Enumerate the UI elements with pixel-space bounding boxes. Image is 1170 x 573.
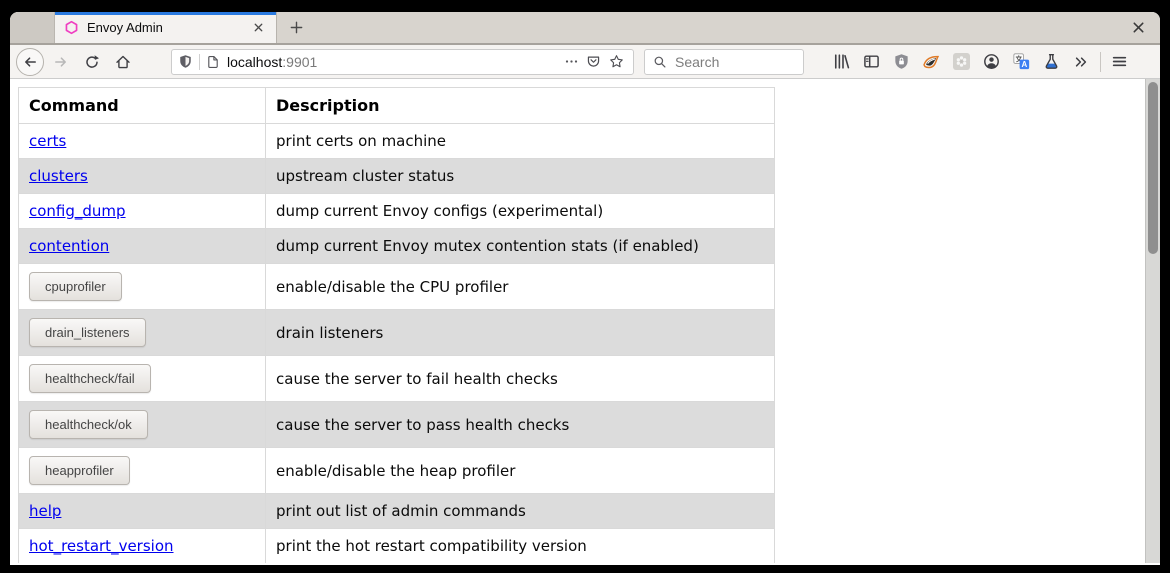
table-row: drain_listeners drain listeners xyxy=(19,310,775,356)
back-button[interactable] xyxy=(16,48,44,76)
translate-extension-icon[interactable]: A xyxy=(1006,48,1036,76)
vertical-scrollbar[interactable] xyxy=(1145,79,1160,563)
tab-bar-empty-space xyxy=(308,12,1126,43)
envoy-admin-page: Command Description certs print certs on … xyxy=(10,79,1145,563)
table-row: help print out list of admin commands xyxy=(19,494,775,529)
table-row: clusters upstream cluster status xyxy=(19,159,775,194)
tab-close-icon[interactable] xyxy=(246,16,270,40)
table-row: config_dump dump current Envoy configs (e… xyxy=(19,194,775,229)
command-cell: hot_restart_version xyxy=(19,529,266,564)
tab-bar: Envoy Admin xyxy=(10,12,1160,45)
overflow-chevrons-icon[interactable] xyxy=(1066,48,1096,76)
table-row: heapprofiler enable/disable the heap prof… xyxy=(19,448,775,494)
browser-window: Envoy Admin xyxy=(10,12,1160,565)
tracking-protection-shield-icon[interactable] xyxy=(178,54,193,69)
sidebar-icon[interactable] xyxy=(856,48,886,76)
flower-extension-tile xyxy=(953,53,970,70)
page-content: Command Description certs print certs on … xyxy=(10,79,1160,563)
command-table: Command Description certs print certs on … xyxy=(18,87,775,563)
table-row: certs print certs on machine xyxy=(19,124,775,159)
table-header-row: Command Description xyxy=(19,88,775,124)
command-button[interactable]: heapprofiler xyxy=(29,456,130,485)
page-info-icon[interactable] xyxy=(206,55,220,69)
scrollbar-thumb[interactable] xyxy=(1148,82,1158,254)
search-input[interactable]: Search xyxy=(644,49,804,75)
command-link[interactable]: certs xyxy=(29,132,66,150)
tab-title: Envoy Admin xyxy=(87,20,246,35)
command-link[interactable]: config_dump xyxy=(29,202,126,220)
description-cell: dump current Envoy mutex contention stat… xyxy=(266,229,775,264)
pocket-icon[interactable] xyxy=(581,50,605,74)
table-row: healthcheck/ok cause the server to pass h… xyxy=(19,402,775,448)
command-cell: config_dump xyxy=(19,194,266,229)
command-cell: healthcheck/ok xyxy=(19,402,266,448)
command-cell: certs xyxy=(19,124,266,159)
command-table-body: certs print certs on machine clusters upstr… xyxy=(19,124,775,564)
command-cell: healthcheck/fail xyxy=(19,356,266,402)
command-button[interactable]: healthcheck/ok xyxy=(29,410,148,439)
navigation-toolbar: localhost:9901 xyxy=(10,45,1160,79)
envoy-favicon-icon xyxy=(64,20,79,35)
urlbar-divider xyxy=(199,54,200,70)
command-cell: cpuprofiler xyxy=(19,264,266,310)
description-cell: enable/disable the heap profiler xyxy=(266,448,775,494)
forward-button[interactable] xyxy=(47,48,75,76)
table-row: cpuprofiler enable/disable the CPU profil… xyxy=(19,264,775,310)
description-cell: print certs on machine xyxy=(266,124,775,159)
command-column-header: Command xyxy=(19,88,266,124)
tab-envoy-admin[interactable]: Envoy Admin xyxy=(55,12,277,43)
url-port: :9901 xyxy=(282,54,317,70)
flask-extension-icon[interactable] xyxy=(1036,48,1066,76)
toolbar-divider xyxy=(1100,52,1101,72)
command-link[interactable]: hot_restart_version xyxy=(29,537,174,555)
command-link[interactable]: clusters xyxy=(29,167,88,185)
search-placeholder: Search xyxy=(675,54,719,70)
description-cell: dump current Envoy configs (experimental… xyxy=(266,194,775,229)
reload-button[interactable] xyxy=(78,48,106,76)
description-column-header: Description xyxy=(266,88,775,124)
command-cell: drain_listeners xyxy=(19,310,266,356)
command-link[interactable]: contention xyxy=(29,237,109,255)
url-bar[interactable]: localhost:9901 xyxy=(171,49,634,75)
titlebar-spacer xyxy=(10,12,55,43)
description-cell: upstream cluster status xyxy=(266,159,775,194)
active-tab-indicator xyxy=(55,12,276,15)
url-host: localhost xyxy=(227,54,282,70)
search-icon xyxy=(653,55,667,69)
description-cell: print out list of admin commands xyxy=(266,494,775,529)
description-cell: drain listeners xyxy=(266,310,775,356)
command-cell: heapprofiler xyxy=(19,448,266,494)
description-cell: enable/disable the CPU profiler xyxy=(266,264,775,310)
account-icon[interactable] xyxy=(976,48,1006,76)
table-row: hot_restart_version print the hot restart… xyxy=(19,529,775,564)
command-cell: clusters xyxy=(19,159,266,194)
command-button[interactable]: cpuprofiler xyxy=(29,272,122,301)
table-row: contention dump current Envoy mutex conte… xyxy=(19,229,775,264)
description-cell: cause the server to fail health checks xyxy=(266,356,775,402)
flower-extension-icon[interactable] xyxy=(946,48,976,76)
shield-lock-extension-icon[interactable] xyxy=(886,48,916,76)
bookmark-star-icon[interactable] xyxy=(605,50,627,74)
svg-text:A: A xyxy=(1021,60,1027,69)
description-cell: cause the server to pass health checks xyxy=(266,402,775,448)
table-row: healthcheck/fail cause the server to fail… xyxy=(19,356,775,402)
command-cell: help xyxy=(19,494,266,529)
menu-hamburger-icon[interactable] xyxy=(1104,48,1134,76)
window-close-icon[interactable] xyxy=(1126,16,1150,40)
home-button[interactable] xyxy=(109,48,137,76)
library-icon[interactable] xyxy=(826,48,856,76)
toolbar-icon-strip: A xyxy=(826,48,1134,76)
command-link[interactable]: help xyxy=(29,502,61,520)
page-actions-dots-icon[interactable] xyxy=(561,50,581,74)
command-button[interactable]: drain_listeners xyxy=(29,318,146,347)
new-tab-button[interactable] xyxy=(284,16,308,40)
privacy-badger-extension-icon[interactable] xyxy=(916,48,946,76)
command-button[interactable]: healthcheck/fail xyxy=(29,364,151,393)
url-text[interactable]: localhost:9901 xyxy=(227,54,561,70)
description-cell: print the hot restart compatibility vers… xyxy=(266,529,775,564)
command-cell: contention xyxy=(19,229,266,264)
